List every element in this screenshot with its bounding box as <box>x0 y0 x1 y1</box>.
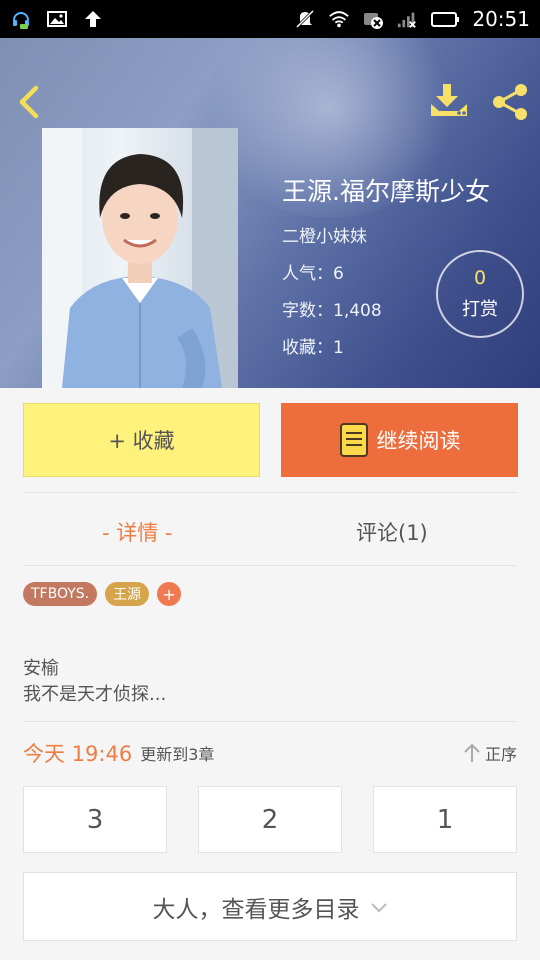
download-icon <box>431 84 467 116</box>
tag-tfboys[interactable]: TFBOYS. <box>23 582 98 606</box>
update-info: 今天 19:46 更新到3章 正序 <box>23 738 517 768</box>
continue-reading-button[interactable]: 继续阅读 <box>281 403 518 477</box>
battery-icon <box>430 8 460 30</box>
book-favorites: 收藏：1 <box>282 338 344 358</box>
update-time: 今天 19:46 <box>23 742 133 766</box>
chapter-button[interactable]: 1 <box>373 786 517 853</box>
upload-notification-icon <box>82 8 104 30</box>
update-text: 更新到3章 <box>140 745 215 764</box>
book-cover-image[interactable] <box>42 128 238 388</box>
tag-list: TFBOYS. 王源 + <box>23 582 182 606</box>
status-bar: 20:51 <box>0 0 540 38</box>
share-button[interactable] <box>490 82 530 122</box>
signal-icon <box>396 8 418 30</box>
more-chapters-label: 大人，查看更多目录 <box>152 896 360 923</box>
divider <box>23 721 517 722</box>
back-button[interactable] <box>12 82 48 122</box>
data-off-icon <box>362 8 384 30</box>
reward-button[interactable]: 0 打赏 <box>436 250 524 338</box>
description-line: 我不是天才侦探... <box>23 684 167 705</box>
divider <box>23 492 517 493</box>
share-icon <box>493 84 527 120</box>
chevron-down-icon <box>370 902 387 912</box>
chevron-left-icon <box>19 85 39 119</box>
tab-comments[interactable]: 评论(1) <box>356 512 428 552</box>
book-author[interactable]: 二橙小妹妹 <box>282 222 490 247</box>
continue-reading-label: 继续阅读 <box>376 429 461 453</box>
tab-comments-label: 评论(1) <box>356 521 428 545</box>
tab-detail-label: - 详情 - <box>102 521 173 545</box>
sort-order-label: 正序 <box>484 745 517 764</box>
favorite-button-label: + 收藏 <box>108 429 175 453</box>
mute-icon <box>294 8 316 30</box>
book-header: 王源.福尔摩斯少女 二橙小妹妹 人气：6 字数：1,408 收藏：1 0 打赏 <box>0 38 540 388</box>
wifi-icon <box>328 8 350 30</box>
chapter-button[interactable]: 3 <box>23 786 167 853</box>
headset-notification-icon <box>10 8 32 30</box>
sort-order-button[interactable]: 正序 <box>463 741 517 765</box>
tab-detail[interactable]: - 详情 - <box>102 512 173 552</box>
download-button[interactable] <box>428 82 470 122</box>
tag-wangyuan[interactable]: 王源 <box>105 582 150 606</box>
book-icon <box>339 423 368 457</box>
book-title: 王源.福尔摩斯少女 <box>282 177 490 206</box>
book-description: 安榆 我不是天才侦探... <box>23 656 166 708</box>
more-chapters-button[interactable]: 大人，查看更多目录 <box>23 872 517 941</box>
reward-count: 0 <box>473 267 487 289</box>
status-time: 20:51 <box>472 7 530 31</box>
chapter-button[interactable]: 2 <box>198 786 342 853</box>
reward-label: 打赏 <box>462 299 498 320</box>
favorite-button[interactable]: + 收藏 <box>23 403 260 477</box>
image-notification-icon <box>46 8 68 30</box>
arrow-up-icon <box>464 743 480 762</box>
description-line: 安榆 <box>23 658 59 679</box>
add-tag-button[interactable]: + <box>157 582 182 606</box>
divider <box>23 565 517 566</box>
